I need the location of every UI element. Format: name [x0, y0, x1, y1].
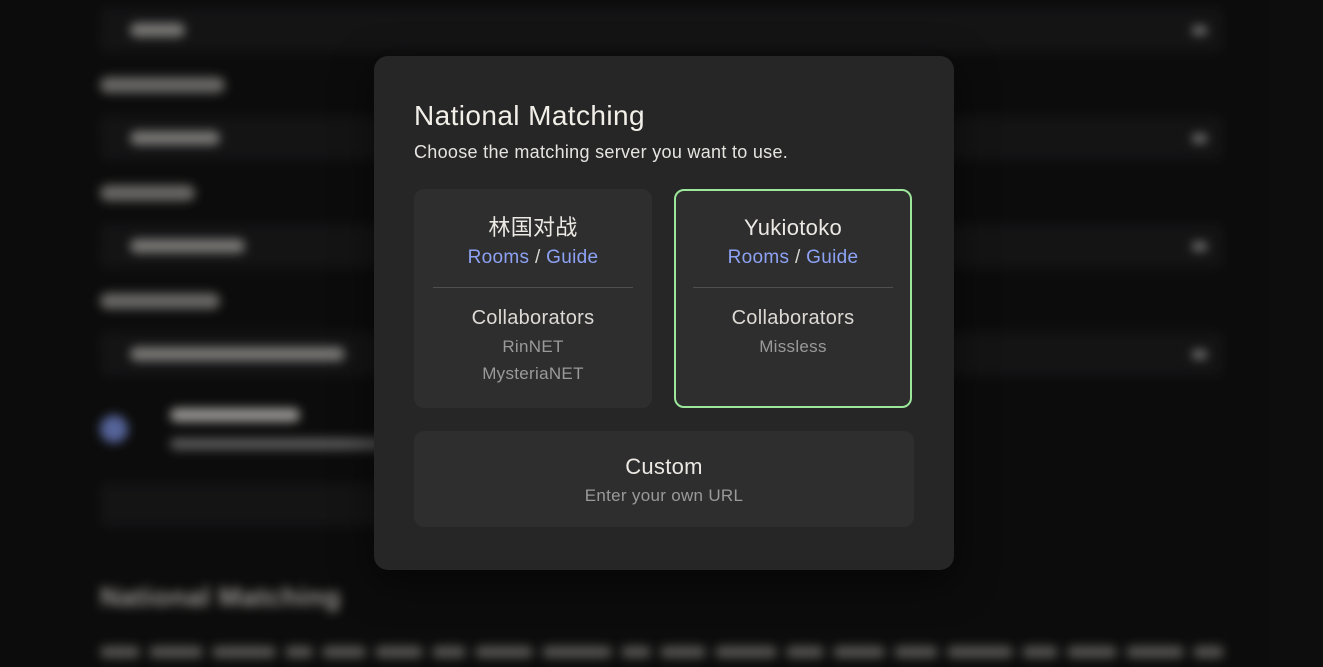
collaborator-name: RinNET [414, 333, 652, 360]
guide-link[interactable]: Guide [806, 247, 858, 268]
national-matching-dialog: National Matching Choose the matching se… [374, 56, 954, 570]
server-name: Yukiotoko [676, 213, 910, 243]
server-card-linguo[interactable]: 林国对战 Rooms / Guide Collaborators RinNET … [414, 189, 652, 408]
guide-link[interactable]: Guide [546, 247, 598, 268]
server-links: Rooms / Guide [676, 247, 910, 269]
collaborators-list: Missless [676, 333, 910, 360]
links-separator: / [535, 247, 541, 268]
server-links: Rooms / Guide [414, 247, 652, 269]
dialog-subtitle: Choose the matching server you want to u… [414, 142, 914, 163]
collaborator-name: Missless [676, 333, 910, 360]
collaborators-heading: Collaborators [414, 307, 652, 330]
rooms-link[interactable]: Rooms [468, 247, 530, 268]
links-separator: / [795, 247, 801, 268]
card-divider [693, 287, 893, 288]
card-divider [433, 287, 633, 288]
custom-title: Custom [414, 453, 914, 481]
dialog-title: National Matching [414, 100, 914, 132]
server-name: 林国对战 [414, 213, 652, 243]
collaborators-list: RinNET MysteriaNET [414, 333, 652, 387]
rooms-link[interactable]: Rooms [728, 247, 790, 268]
server-options-row: 林国对战 Rooms / Guide Collaborators RinNET … [414, 189, 914, 408]
collaborators-heading: Collaborators [676, 307, 910, 330]
custom-subtitle: Enter your own URL [414, 486, 914, 506]
collaborator-name: MysteriaNET [414, 360, 652, 387]
server-card-yukiotoko-selected[interactable]: Yukiotoko Rooms / Guide Collaborators Mi… [674, 189, 912, 408]
custom-server-card[interactable]: Custom Enter your own URL [414, 431, 914, 527]
